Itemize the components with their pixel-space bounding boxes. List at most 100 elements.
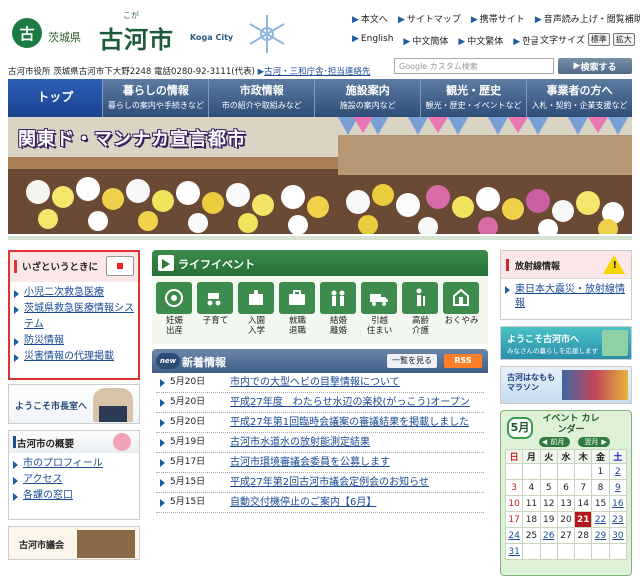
calendar-day[interactable]: 23 xyxy=(608,511,628,528)
utility-links: ▶ 本文へ ▶ サイトマップ ▶ 携帯サイト ▶ 音声読み上げ・閲覧補助 xyxy=(352,12,640,25)
news-item: 5月15日 平成27年第2回古河市議会定例会のお知らせ xyxy=(156,473,484,493)
life-event-bereavement[interactable]: おくやみ xyxy=(443,282,480,338)
news-link[interactable]: 平成27年第1回臨時会議案の審議結果を掲載しました xyxy=(230,416,469,429)
overview-link-profile[interactable]: 市のプロフィール xyxy=(13,456,135,472)
calendar-day[interactable]: 16 xyxy=(608,495,628,512)
mobile-site-link[interactable]: ▶ 携帯サイト xyxy=(471,12,525,25)
news-link[interactable]: 古河市環境審議会委員を公募します xyxy=(230,456,390,469)
mayor-banner-title: ようこそ市長室へ xyxy=(15,402,88,412)
nav-municipal[interactable]: 市政情報 市の紹介や取組みなど xyxy=(208,79,314,117)
life-event-elderly-care[interactable]: 高齢 介護 xyxy=(402,282,439,338)
emergency-link-disaster-proxy[interactable]: 災害情報の代理掲載 xyxy=(14,349,134,365)
nav-living[interactable]: 暮らしの情報 暮らしの案内や手続きなど xyxy=(102,79,208,117)
font-size-label: 文字サイズ xyxy=(540,36,585,46)
calendar-day: 5 xyxy=(539,479,558,496)
emergency-link-medical-info[interactable]: 茨城県救急医療情報システム xyxy=(14,301,134,333)
calendar-day: 25 xyxy=(522,527,541,544)
emergency-link-disaster-prevention[interactable]: 防災情報 xyxy=(14,333,134,349)
news-list-button[interactable]: 一覧を見る xyxy=(387,354,437,368)
search-button[interactable]: ▶ 検索する xyxy=(558,58,632,74)
font-size-standard-button[interactable]: 標準 xyxy=(587,33,610,46)
welcome-banner[interactable]: ようこそ古河市へ みなさんの暮らしを応援します xyxy=(500,326,632,360)
calendar-title: イベント カレンダー xyxy=(542,414,600,435)
accessibility-link[interactable]: ▶ 音声読み上げ・閲覧補助 xyxy=(535,12,640,25)
calendar-weekday: 月 xyxy=(522,449,541,464)
rss-button[interactable]: RSS xyxy=(444,354,482,368)
overview-link-access[interactable]: アクセス xyxy=(13,472,135,488)
calendar-day: 19 xyxy=(539,511,558,528)
calendar-day[interactable]: 26 xyxy=(539,527,558,544)
office-contact-link[interactable]: 古河・三和庁舎･担当連絡先 xyxy=(264,67,370,77)
life-event-employment[interactable]: 就職 退職 xyxy=(279,282,316,338)
radiation-title: 放射線情報 xyxy=(515,262,561,272)
font-size-large-button[interactable]: 拡大 xyxy=(612,33,635,46)
calendar-day[interactable]: 2 xyxy=(608,463,628,480)
site-logo-title[interactable]: 古河市 xyxy=(99,20,174,55)
life-event-moving[interactable]: 引越 住まい xyxy=(361,282,398,338)
calendar-day: 8 xyxy=(591,479,610,496)
calendar-grid: 日月火水木金土 1 2 3 4 5 6 7 8 9 10 11 12 13 14 15 16 17 18 19 20 2… xyxy=(504,449,628,560)
mayor-photo xyxy=(93,388,133,422)
radiation-link[interactable]: 東日本大震災・放射線情報 xyxy=(501,279,631,315)
calendar-day: 15 xyxy=(591,495,610,512)
emergency-link-pediatric[interactable]: 小児二次救急医療 xyxy=(14,285,134,301)
calendar-day xyxy=(539,543,558,560)
calendar-day[interactable]: 31 xyxy=(504,543,524,560)
city-emblem-icon[interactable]: 古 xyxy=(12,18,42,48)
news-link[interactable]: 市内での大型ヘビの目撃情報について xyxy=(230,376,400,389)
calendar-day[interactable]: 24 xyxy=(504,527,524,544)
global-navigation: トップ 暮らしの情報 暮らしの案内や手続きなど 市政情報 市の紹介や取組みなど 施設… xyxy=(8,79,632,117)
calendar-weekday: 日 xyxy=(504,449,524,464)
marathon-banner[interactable]: 古河はなもも マラソン xyxy=(500,366,632,404)
news-item: 5月15日 自動交付機停止のご案内【6月】 xyxy=(156,493,484,513)
life-event-childcare[interactable]: 子育て xyxy=(197,282,234,338)
lang-chinese-simplified-link[interactable]: ▶ 中文簡体 xyxy=(403,34,448,47)
marathon-photo xyxy=(562,370,628,400)
lang-english-link[interactable]: ▶ English xyxy=(352,34,393,47)
skip-to-content-link[interactable]: ▶ 本文へ xyxy=(352,12,388,25)
welcome-image xyxy=(602,330,628,356)
truck-icon xyxy=(370,294,388,306)
calendar-day: 17 xyxy=(504,511,524,528)
language-links: ▶ English ▶ 中文簡体 ▶ 中文繁体 ▶ 한글 xyxy=(352,34,539,47)
nav-business[interactable]: 事業者の方へ 入札・契約・企業支援など xyxy=(526,79,632,117)
calendar-day[interactable]: 30 xyxy=(608,527,628,544)
calendar-day[interactable]: 9 xyxy=(608,479,628,496)
calendar-weekday: 水 xyxy=(556,449,576,464)
news-item: 5月20日 平成27年第1回臨時会議案の審議結果を掲載しました xyxy=(156,413,484,433)
calendar-next-button[interactable]: 翌月 ▶ xyxy=(578,437,610,447)
nav-facilities[interactable]: 施設案内 施設の案内など xyxy=(314,79,420,117)
mayor-office-banner[interactable]: ようこそ市長室へ xyxy=(8,384,140,424)
news-link[interactable]: 自動交付機停止のご案内【6月】 xyxy=(230,496,376,509)
nav-tourism[interactable]: 観光・歴史 観光・歴史・イベントなど xyxy=(420,79,526,117)
nav-top[interactable]: トップ xyxy=(8,79,103,117)
lang-korean-link[interactable]: ▶ 한글 xyxy=(513,34,538,47)
news-link[interactable]: 古河市水道水の放射能測定結果 xyxy=(230,436,370,449)
snowflake-icon xyxy=(249,15,285,53)
ambulance-icon xyxy=(106,256,134,276)
calendar-day[interactable]: 22 xyxy=(591,511,610,528)
city-council-banner[interactable]: 古河市議会 xyxy=(8,526,140,560)
calendar-prev-button[interactable]: ◀ 前月 xyxy=(539,437,571,447)
life-event-school[interactable]: 入園 入学 xyxy=(238,282,275,338)
calendar-day: 28 xyxy=(574,527,593,544)
life-event-title: ライフイベント xyxy=(178,258,255,271)
banner-title: 関東ド・マンナカ宣言都市 xyxy=(18,129,246,150)
calendar-day: 3 xyxy=(504,479,524,496)
search-input[interactable]: Google カスタム検索 xyxy=(394,58,554,74)
event-calendar: 5月 イベント カレンダー ◀ 前月 翌月 ▶ 日月火水木金土 1234567891… xyxy=(500,410,632,576)
lang-chinese-traditional-link[interactable]: ▶ 中文繁体 xyxy=(458,34,503,47)
calendar-day: 11 xyxy=(522,495,541,512)
overview-link-departments[interactable]: 各課の窓口 xyxy=(13,488,135,504)
calendar-day: 14 xyxy=(574,495,593,512)
couple-icon xyxy=(331,290,345,306)
hero-banner[interactable]: 関東ド・マンナカ宣言都市 xyxy=(8,117,632,234)
life-event-marriage[interactable]: 結婚 離婚 xyxy=(320,282,357,338)
calendar-day: 10 xyxy=(504,495,524,512)
calendar-day[interactable]: 29 xyxy=(591,527,610,544)
life-event-pregnancy[interactable]: 妊娠 出産 xyxy=(156,282,193,338)
news-link[interactable]: 平成27年第2回古河市議会定例会のお知らせ xyxy=(230,476,429,489)
news-link[interactable]: 平成27年度 わたらせ水辺の楽校(がっこう)オープン xyxy=(230,396,470,409)
council-title: 古河市議会 xyxy=(19,541,65,551)
sitemap-link[interactable]: ▶ サイトマップ xyxy=(398,12,461,25)
